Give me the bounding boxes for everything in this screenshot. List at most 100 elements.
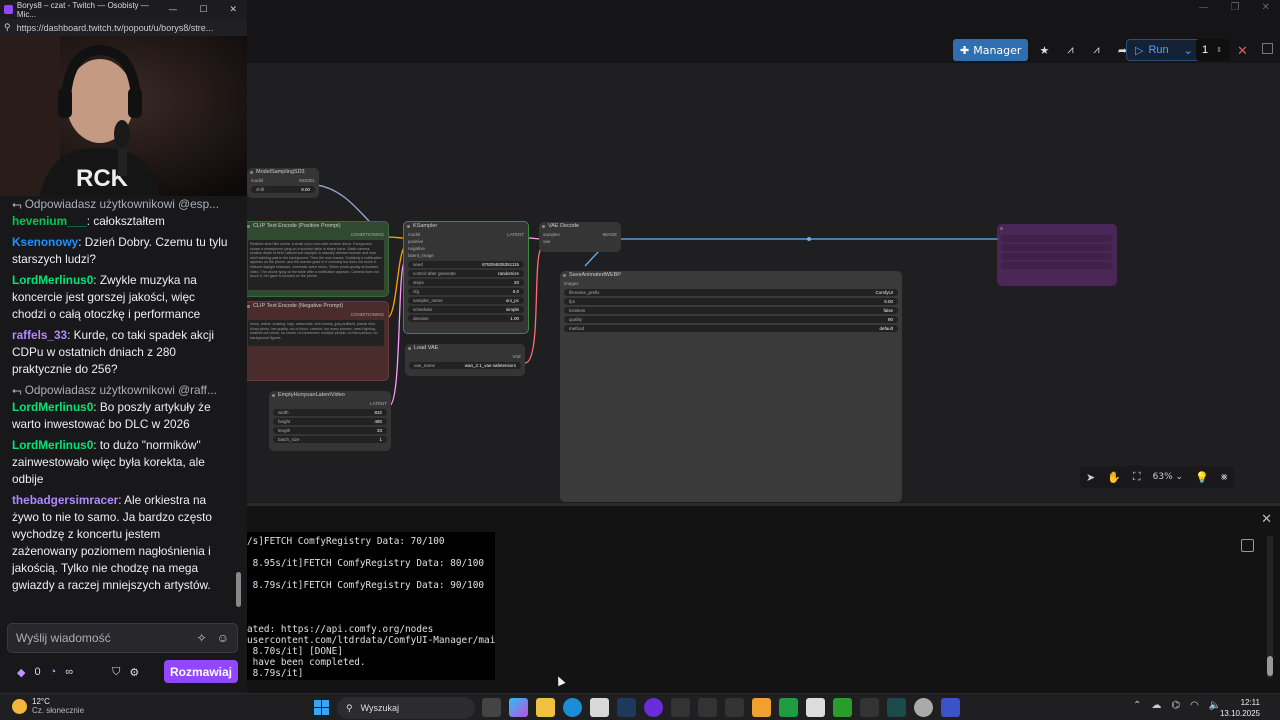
steam-icon[interactable] [617,698,636,717]
widget-method[interactable]: method default [564,325,898,332]
network-icon[interactable]: ⌬ [1171,700,1180,711]
bits-diamond-icon[interactable]: ◆ [17,666,25,679]
cloud-icon[interactable]: ☁ [1151,700,1161,711]
mod-shield-icon[interactable]: ⛉ [112,666,120,679]
chat-username[interactable]: Ksenonowy [12,235,78,249]
hide-links-icon[interactable]: ⨳ [1221,470,1228,484]
taskbar-clock[interactable]: 12:11 13.10.2025 [1216,697,1260,719]
bridge-alt-icon[interactable]: ⩘ [1086,39,1106,61]
weather-widget[interactable]: 12°C Cz. słonecznie [12,697,84,715]
node-negative-prompt[interactable]: CLIP Text Encode (Negative Prompt) CONDI… [247,301,389,381]
chevron-up-icon[interactable]: ⌃ [1133,700,1141,711]
lightbulb-icon[interactable]: 💡 [1195,471,1209,484]
prompt-textarea[interactable]: blurry, anime, drawing, logo, watermark,… [248,320,384,346]
edge-icon[interactable] [563,698,582,717]
xbox-icon[interactable] [779,698,798,717]
node-positive-prompt[interactable]: CLIP Text Encode (Positive Prompt) CONDI… [247,221,389,297]
select-icon[interactable]: ➤ [1086,471,1095,484]
widget-sampler[interactable]: sampler_name uni_pc [408,297,524,304]
close-icon[interactable]: ✕ [1261,511,1272,527]
run-count-input[interactable]: 1 ⇕ [1196,39,1230,61]
stepper-icon[interactable]: ⇕ [1216,46,1222,54]
minimize-icon[interactable]: — [168,5,177,15]
nvidia-icon[interactable] [833,698,852,717]
widget-control[interactable]: control after generate randomize [408,270,524,277]
disc-icon[interactable] [914,698,933,717]
widget-shift[interactable]: shift 8.00 [251,186,315,193]
widget-scheduler[interactable]: scheduler simple [408,306,524,313]
chat-username[interactable]: raffels_33 [12,328,67,342]
widget-batch-size[interactable]: batch_size 1 [273,436,387,443]
widget-steps[interactable]: steps 20 [408,279,524,286]
zoom-level[interactable]: 63% ⌄ [1153,472,1183,482]
chat-username[interactable]: LordMerlinus0 [12,438,93,452]
taskbar-search[interactable]: ⚲ Wyszukaj [337,697,475,719]
obs-icon[interactable] [644,698,663,717]
copy-icon[interactable] [1241,539,1254,552]
bypassed-widget[interactable] [1001,262,1113,269]
bypassed-widget[interactable] [1001,253,1113,260]
terminal-output[interactable]: /s]FETCH ComfyRegistry Data: 70/100 8.95… [247,532,495,680]
store-icon[interactable] [590,698,609,717]
chat-messages[interactable]: ⮢ Odpowiadasz użytkownikowi @esp... heven… [0,196,240,614]
node-ksampler[interactable]: KSampler model LATENT positive negative l… [403,221,529,334]
widget-height[interactable]: height 480 [273,418,387,425]
chat-username[interactable]: thebadgersimracer [12,493,118,507]
address-bar[interactable]: ⚲ https://dashboard.twitch.tv/popout/u/b… [0,19,247,36]
meta-icon[interactable] [725,698,744,717]
chat-username[interactable]: LordMerlinus0 [12,273,93,287]
comfy-app-icon[interactable] [941,698,960,717]
fit-view-icon[interactable]: ⛶ [1133,470,1141,484]
widget-seed[interactable]: seed 878294635351115 [408,261,524,268]
widget-length[interactable]: length 33 [273,427,387,434]
widget-cfg[interactable]: cfg 6.0 [408,288,524,295]
cancel-run-icon[interactable]: ✕ [1237,43,1248,59]
widget-filename[interactable]: filename_prefix ComfyUI [564,289,898,296]
prompt-textarea[interactable]: Realistic short film scene: a small cozy… [248,240,384,290]
bypassed-widget[interactable] [1001,244,1113,251]
minimize-icon[interactable]: — [1199,2,1209,13]
node-model-sampling[interactable]: ModelSamplingSD3 model MODEL shift 8.00 [247,168,319,198]
notes-icon[interactable] [752,698,771,717]
widget-fps[interactable]: fps 8.00 [564,298,898,305]
panel-toggle-icon[interactable] [1262,43,1273,54]
chevron-down-icon[interactable]: ⌄ [1184,44,1193,57]
widget-denoise[interactable]: denoise 1.00 [408,315,524,322]
maps-icon[interactable] [671,698,690,717]
file-explorer-icon[interactable] [536,698,555,717]
settings-icon[interactable]: ⚙ [129,666,139,679]
terminal-icon[interactable] [698,698,717,717]
anchor-icon[interactable] [860,698,879,717]
node-bypassed[interactable] [997,224,1117,286]
copilot-icon[interactable] [509,698,528,717]
channel-points-icon[interactable]: ◔ [50,666,57,678]
console-scrollbar[interactable] [1267,536,1273,678]
bridge-icon[interactable]: ⩘ [1060,39,1080,61]
star-icon[interactable]: ★ [1034,39,1054,61]
bypassed-widget[interactable] [1001,235,1113,242]
manager-button[interactable]: ✚ Manager [953,39,1029,61]
hand-icon[interactable]: ✋ [1107,471,1121,484]
node-vae-decode[interactable]: VAE Decode samples IMAGE vae [539,222,621,252]
node-load-vae[interactable]: Load VAE VAE vae_name wan_2.1_vae.safeten… [405,344,525,376]
task-view-icon[interactable] [482,698,501,717]
chat-input[interactable]: Wyślij wiadomość ✧ ☺ [7,623,238,653]
run-button[interactable]: ▷ Run ⌄ [1127,44,1201,57]
chat-username[interactable]: LordMerlinus0 [12,400,93,414]
scroll-thumb[interactable] [1267,656,1273,676]
app-green-icon[interactable] [887,698,906,717]
close-icon[interactable]: ✕ [1262,2,1270,13]
maximize-icon[interactable]: ☐ [199,5,207,15]
node-save-webp[interactable]: SaveAnimatedWEBP images filename_prefix C… [560,271,902,502]
bits-icon[interactable]: ✧ [197,631,207,645]
wifi-icon[interactable]: ◠ [1190,700,1199,711]
site-info-icon[interactable]: ⚲ [4,22,11,33]
widget-vae-name[interactable]: vae_name wan_2.1_vae.safetensors [409,362,521,369]
chat-send-button[interactable]: Rozmawiaj [164,660,238,683]
emote-icon[interactable]: ☺ [217,631,229,645]
close-icon[interactable]: ✕ [229,5,237,15]
chat-app-icon[interactable] [806,698,825,717]
chat-username[interactable]: hevenium___ [12,214,87,228]
node-empty-latent[interactable]: EmptyHunyuanLatentVideo LATENT width 832 … [269,391,391,451]
workflow-canvas[interactable]: ModelSamplingSD3 model MODEL shift 8.00 CL… [247,64,1280,502]
